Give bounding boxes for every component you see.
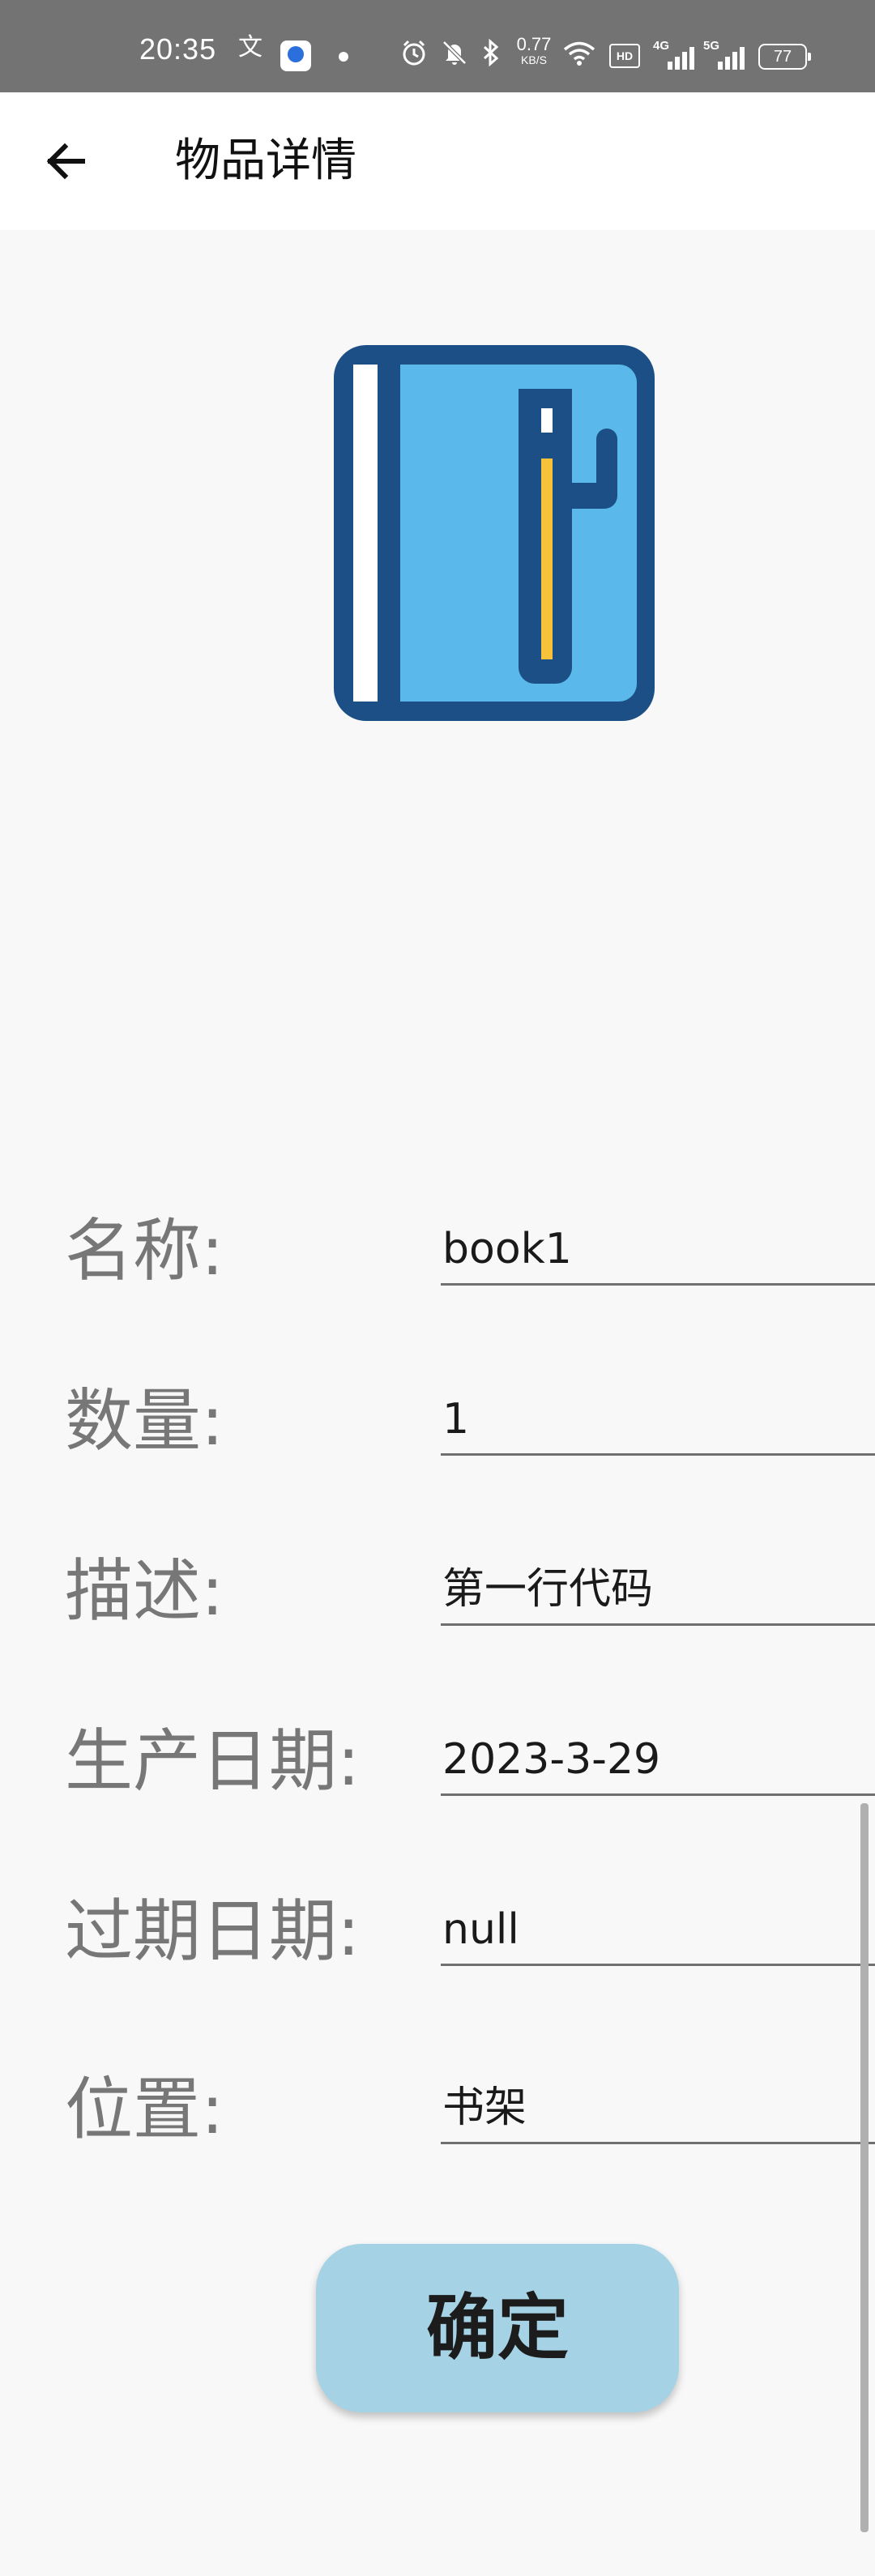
alarm-icon [400,39,428,71]
status-bar: 20:35 文 0.77 KB/S HD 4G 5G 77 [0,0,875,92]
notebook-pen-icon [334,345,655,721]
app-bar: 物品详情 [0,92,875,230]
signal-icon: 4G [653,39,698,71]
confirm-button-label: 确定 [425,2286,569,2369]
form-label: 生产日期: [65,1721,361,1801]
expiry-date-field[interactable]: null [441,1905,875,1966]
arrow-left-icon [46,143,85,180]
translate-icon: 文 [238,33,262,62]
description-field[interactable]: 第一行代码 [441,1565,875,1626]
form-label: 位置: [65,2070,224,2149]
field-value: 第一行代码 [442,1565,654,1614]
form-label: 描述: [65,1551,224,1631]
back-button[interactable] [36,130,97,192]
bluetooth-icon [481,38,501,71]
battery-icon: 77 [758,44,811,70]
status-time: 20:35 [139,32,217,66]
hd-icon: HD [609,44,640,68]
quantity-field[interactable]: 1 [441,1395,875,1456]
form-label: 名称: [65,1211,224,1290]
net-speed: 0.77 KB/S [516,34,552,67]
location-field[interactable]: 书架 [441,2083,875,2144]
form-row-location: 位置: 书架 [0,2049,875,2171]
field-value: null [442,1905,519,1954]
field-value: 2023-3-29 [442,1735,661,1784]
scrollbar[interactable] [860,1803,869,2532]
field-value: book1 [442,1225,572,1273]
item-image [329,340,659,726]
confirm-button[interactable]: 确定 [316,2244,679,2412]
form-row-quantity: 数量: 1 [0,1361,875,1482]
name-field[interactable]: book1 [441,1225,875,1286]
wifi-icon [562,41,596,71]
form-row-name: 名称: book1 [0,1191,875,1312]
signal-icon: 5G [703,39,749,71]
form-row-expiry-date: 过期日期: null [0,1871,875,1993]
app-notification-icon [280,41,311,71]
mute-icon [441,39,468,71]
dot-icon [339,52,348,62]
page-title: 物品详情 [175,134,356,187]
form-label: 数量: [65,1381,224,1461]
form-row-production-date: 生产日期: 2023-3-29 [0,1701,875,1823]
form-row-description: 描述: 第一行代码 [0,1531,875,1653]
field-value: 1 [442,1395,470,1444]
field-value: 书架 [442,2083,527,2132]
form-label: 过期日期: [65,1891,361,1971]
production-date-field[interactable]: 2023-3-29 [441,1735,875,1796]
